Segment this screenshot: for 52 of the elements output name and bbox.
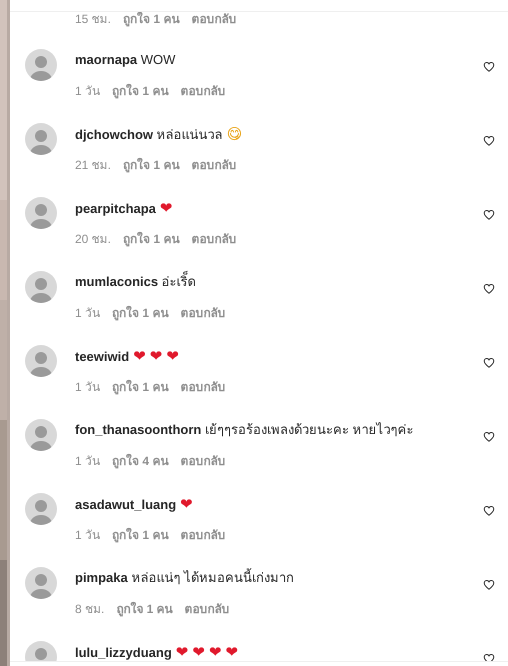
likes-count[interactable]: ถูกใจ 1 คน — [112, 84, 168, 98]
avatar-icon[interactable] — [25, 197, 57, 229]
likes-count[interactable]: ถูกใจ 1 คน — [123, 12, 180, 26]
avatar-icon[interactable] — [25, 567, 57, 599]
avatar-icon[interactable] — [25, 345, 57, 377]
reply-link[interactable]: ตอบกลับ — [180, 84, 226, 98]
comment-time: 21 ชม. — [75, 158, 112, 172]
heart-icon[interactable] — [483, 61, 495, 73]
avatar-icon[interactable] — [25, 49, 57, 81]
reply-link[interactable]: ตอบกลับ — [180, 306, 226, 320]
likes-count[interactable]: ถูกใจ 1 คน — [123, 232, 180, 246]
comment-time: 1 วัน — [75, 84, 100, 98]
avatar-icon[interactable] — [25, 493, 57, 525]
avatar-icon[interactable] — [25, 271, 57, 303]
likes-count[interactable]: ถูกใจ 1 คน — [116, 602, 173, 616]
comment-time: 15 ชม. — [75, 12, 112, 26]
comment-time: 8 ชม. — [75, 602, 104, 616]
heart-icon[interactable] — [483, 209, 495, 221]
comment-text: fon_thanasoonthorn เย้ๆๆรอร้องเพลงด้วยนะคะ หายไวๆค่ะ — [75, 421, 414, 439]
heart-icon[interactable] — [483, 357, 495, 369]
comment-text: mumlaconics อ่ะเริ็ด — [75, 272, 196, 292]
reply-link[interactable]: ตอบกลับ — [180, 528, 226, 542]
likes-count[interactable]: ถูกใจ 1 คน — [112, 306, 168, 320]
comment-text: pearpitchapa ❤ — [75, 198, 172, 218]
heart-icon[interactable] — [483, 135, 495, 147]
reply-link[interactable]: ตอบกลับ — [180, 454, 226, 468]
avatar-icon[interactable] — [25, 419, 57, 451]
comment-text: pimpaka หล่อแน่ๆ ได้หมอคนนี้เก่งมาก — [75, 568, 294, 587]
comment-time: 1 วัน — [75, 380, 100, 394]
likes-count[interactable]: ถูกใจ 1 คน — [112, 528, 168, 542]
comment-text: maornapa WOW — [75, 51, 176, 69]
comment-time: 1 วัน — [75, 306, 100, 320]
likes-count[interactable]: ถูกใจ 1 คน — [123, 158, 180, 172]
reply-link[interactable]: ตอบกลับ — [191, 158, 236, 172]
heart-icon[interactable] — [483, 283, 495, 295]
comment-time: 1 วัน — [75, 454, 100, 468]
heart-icon[interactable] — [483, 431, 495, 443]
comment-text: asadawut_luang ❤ — [75, 494, 193, 514]
heart-icon[interactable] — [483, 505, 495, 517]
reply-link[interactable]: ตอบกลับ — [184, 602, 230, 616]
comment-text: teewiwid ❤ ❤ ❤ — [75, 346, 179, 366]
comment-text: lulu_lizzyduang ❤ ❤ ❤ ❤ — [75, 642, 238, 661]
avatar-icon[interactable] — [25, 123, 57, 155]
comment-text: djchowchow หล่อแน่นวล 😋 — [75, 124, 242, 144]
reply-link[interactable]: ตอบกลับ — [180, 380, 226, 394]
reply-link[interactable]: ตอบกลับ — [191, 232, 236, 246]
heart-icon[interactable] — [483, 579, 495, 591]
comment-time: 20 ชม. — [75, 232, 112, 246]
likes-count[interactable]: ถูกใจ 4 คน — [112, 454, 168, 468]
reply-link[interactable]: ตอบกลับ — [191, 12, 236, 26]
comment-time: 1 วัน — [75, 528, 100, 542]
likes-count[interactable]: ถูกใจ 1 คน — [112, 380, 168, 394]
